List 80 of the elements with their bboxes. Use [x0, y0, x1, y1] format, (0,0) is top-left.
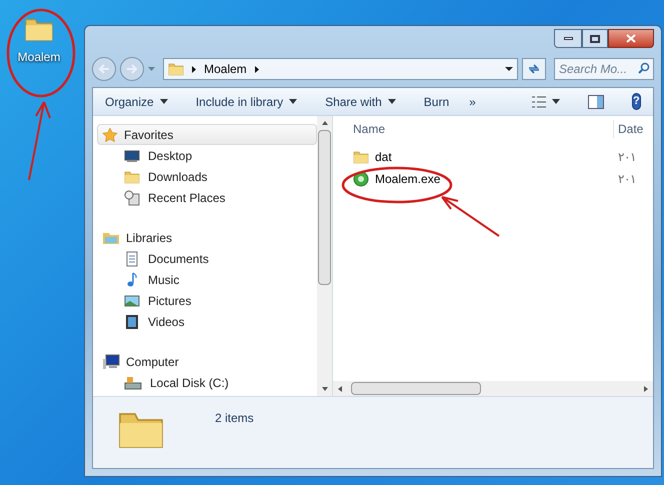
list-view-icon [532, 96, 546, 108]
computer-icon [102, 354, 120, 370]
maximize-button[interactable] [582, 29, 608, 48]
folder-icon [353, 149, 369, 165]
dropdown-caret-icon [148, 67, 155, 71]
picture-icon [124, 292, 140, 308]
column-header[interactable]: Name [353, 120, 614, 138]
file-label: Moalem.exe [375, 171, 440, 188]
nav-group-header[interactable]: Computer [97, 351, 317, 372]
document-icon [124, 250, 140, 266]
help-button[interactable]: ? [632, 93, 641, 110]
nav-item[interactable]: Videos [97, 311, 317, 332]
annotation-arrow [439, 194, 501, 238]
file-name[interactable]: Moalem.exe [353, 170, 614, 188]
nav-item-label: Recent Places [148, 190, 226, 206]
toolbar-button[interactable]: Burn [424, 92, 450, 110]
back-button[interactable] [92, 57, 116, 81]
file-label: dat [375, 149, 392, 166]
star-icon [102, 126, 118, 142]
monitor-icon [124, 148, 140, 164]
nav-group-label: Computer [126, 354, 179, 370]
nav-item[interactable]: Pictures [97, 290, 317, 311]
nav-item[interactable]: Documents [97, 248, 317, 269]
toolbar-button[interactable]: Organize [105, 92, 168, 110]
preview-pane-icon [588, 94, 604, 108]
nav-group-header[interactable]: Libraries [97, 227, 317, 248]
nav-item[interactable]: Desktop [97, 145, 317, 166]
nav-item-label: Pictures [148, 292, 192, 310]
breadcrumb-chevron-icon [254, 66, 259, 72]
close-button[interactable] [608, 29, 654, 48]
folder-icon [168, 61, 184, 77]
caret-icon [552, 99, 560, 104]
breadcrumb-chevron-icon [192, 66, 196, 72]
breadcrumb[interactable]: Moalem [204, 60, 247, 78]
maximize-icon [590, 34, 600, 42]
globe-icon [353, 171, 369, 187]
nav-item[interactable]: Local Disk (C:) [97, 372, 317, 393]
nav-item[interactable]: Music [97, 269, 317, 290]
item-count: 2 items [215, 410, 254, 427]
nav-item[interactable]: Recent Places [97, 187, 317, 208]
nav-item-label: Music [148, 272, 180, 288]
refresh-arrows-icon [527, 63, 541, 75]
forward-arrow-icon [126, 64, 138, 74]
refresh-button[interactable] [522, 58, 546, 80]
toolbar-button[interactable]: Include in library [196, 92, 298, 110]
dropdown-caret-icon [505, 67, 513, 71]
nav-item-label: Videos [148, 314, 184, 330]
toolbar-overflow-button[interactable]: » [469, 92, 476, 110]
back-arrow-icon [98, 64, 110, 74]
preview-pane-button[interactable] [588, 94, 604, 108]
search-field[interactable]: Search Mo... [554, 58, 654, 80]
scroll-down-arrow-icon[interactable] [322, 386, 328, 392]
close-icon [626, 34, 636, 43]
nav-item-label: Desktop [148, 148, 192, 164]
file-name[interactable]: dat [353, 148, 614, 166]
nav-item-label: Local Disk (C:) [150, 374, 229, 392]
search-icon [638, 62, 650, 74]
minimize-button[interactable] [554, 29, 582, 48]
file-date: ٢٠١ [617, 171, 636, 188]
nav-group-label: Favorites [124, 126, 174, 144]
disk-drive-icon [124, 374, 142, 390]
toolbar-button[interactable]: Share with [325, 92, 396, 110]
nav-item[interactable]: Downloads [97, 166, 317, 187]
scrollbar-thumb[interactable] [318, 130, 331, 285]
minimize-icon [564, 37, 572, 40]
forward-button[interactable] [120, 57, 144, 81]
column-header[interactable]: Date [614, 120, 644, 138]
nav-item-label: Downloads [148, 168, 208, 186]
view-options-button[interactable] [532, 96, 560, 108]
nav-item-label: Documents [148, 250, 209, 268]
folder-icon [124, 168, 140, 184]
file-date: ٢٠١ [617, 149, 636, 166]
scroll-right-arrow-icon[interactable] [643, 386, 649, 392]
film-icon [124, 314, 140, 330]
scrollbar-thumb[interactable] [351, 382, 481, 395]
scroll-left-arrow-icon[interactable] [337, 386, 343, 392]
scroll-up-arrow-icon[interactable] [322, 120, 328, 126]
address-bar[interactable]: Moalem [163, 58, 518, 80]
nav-group-label: Libraries [126, 230, 172, 246]
nav-group-header[interactable]: Favorites [97, 124, 317, 145]
